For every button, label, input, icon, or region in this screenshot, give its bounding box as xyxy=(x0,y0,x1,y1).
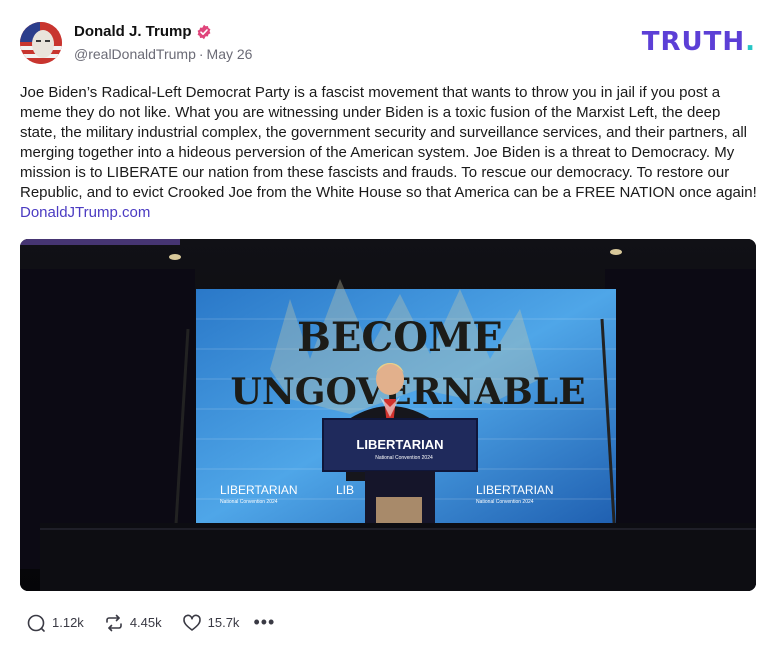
screen-text-become: BECOME xyxy=(297,314,503,361)
post-image[interactable]: BECOME UNGOVERNABLE LIBERTARIAN National… xyxy=(20,239,756,591)
reply-button[interactable]: 1.12k xyxy=(26,613,84,633)
screen-sign-right-sub: National Convention 2024 xyxy=(476,499,534,505)
podium-title: LIBERTARIAN xyxy=(356,437,443,452)
reply-icon xyxy=(27,614,45,632)
post-actions: 1.12k 4.45k 15.7k ••• xyxy=(26,612,275,633)
retruth-count: 4.45k xyxy=(129,615,162,630)
screen-sign-right: LIBERTARIAN xyxy=(476,483,554,497)
author-name[interactable]: Donald J. Trump xyxy=(74,23,192,40)
podium-subtitle: National Convention 2024 xyxy=(375,455,433,461)
truth-logo[interactable]: TRUTH. xyxy=(642,27,756,57)
screen-text-ungovernable: UNGOVERNABLE xyxy=(230,371,585,413)
retruth-icon xyxy=(106,614,122,631)
retruth-button[interactable]: 4.45k xyxy=(104,613,162,633)
post-text: Joe Biden’s Radical-Left Democrat Party … xyxy=(20,84,757,201)
screen-sign-left: LIBERTARIAN xyxy=(220,483,298,497)
like-count: 15.7k xyxy=(207,615,240,630)
avatar[interactable] xyxy=(20,22,62,64)
heart-icon xyxy=(182,614,201,631)
screen-sign-left-sub: National Convention 2024 xyxy=(220,499,278,505)
reply-count: 1.12k xyxy=(52,615,84,630)
more-options-icon[interactable]: ••• xyxy=(253,612,275,633)
screen-sign-mid: LIB xyxy=(336,483,354,497)
author-handle[interactable]: @realDonaldTrump xyxy=(74,46,196,62)
post-date[interactable]: May 26 xyxy=(207,46,253,62)
post-body: Joe Biden’s Radical-Left Democrat Party … xyxy=(20,83,760,223)
like-button[interactable]: 15.7k xyxy=(182,613,240,633)
post-meta: @realDonaldTrump · May 26 xyxy=(74,46,253,62)
verified-badge-icon xyxy=(197,24,210,39)
post-link[interactable]: DonaldJTrump.com xyxy=(20,204,150,221)
